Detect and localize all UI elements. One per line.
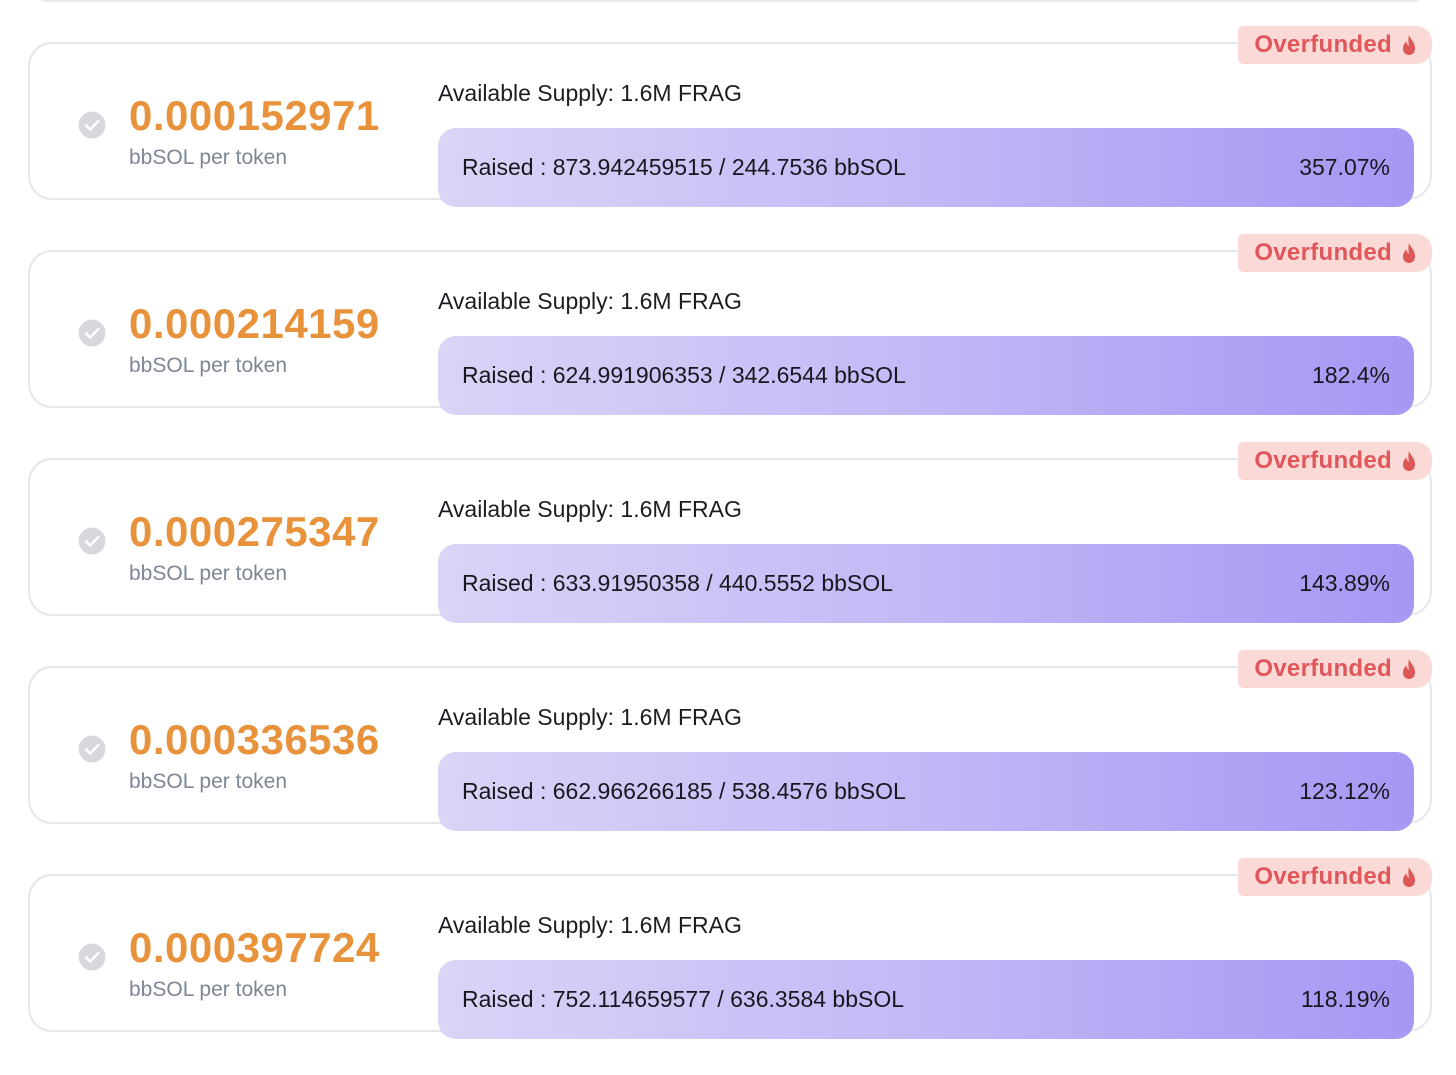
previous-tier-card-edge <box>28 0 1432 2</box>
available-supply: Available Supply: 1.6M FRAG <box>438 496 742 522</box>
token-price: 0.000397724 <box>129 924 380 971</box>
raised-percent: 118.19% <box>1300 986 1390 1012</box>
raise-progress-bar: Raised : 752.114659577 / 636.3584 bbSOL … <box>438 960 1414 1039</box>
badge-label: Overfunded <box>1254 31 1392 58</box>
token-price: 0.000336536 <box>129 716 380 763</box>
badge-label: Overfunded <box>1254 447 1392 474</box>
raise-progress-bar: Raised : 662.966266185 / 538.4576 bbSOL … <box>438 752 1414 831</box>
badge-label: Overfunded <box>1254 239 1392 266</box>
flame-icon <box>1403 659 1415 679</box>
overfunded-badge: Overfunded <box>1238 442 1432 480</box>
badge-label: Overfunded <box>1254 863 1392 890</box>
price-unit-label: bbSOL per token <box>129 978 287 1001</box>
raise-progress-bar: Raised : 624.991906353 / 342.6544 bbSOL … <box>438 336 1414 415</box>
token-price: 0.000275347 <box>129 508 380 555</box>
flame-icon <box>1403 451 1415 471</box>
tier-card: Overfunded 0.000152971 bbSOL per token A… <box>28 26 1432 207</box>
flame-icon <box>1403 243 1415 263</box>
price-unit-label: bbSOL per token <box>129 770 287 793</box>
check-circle-icon <box>78 943 106 971</box>
check-circle-icon <box>78 735 106 763</box>
overfunded-badge: Overfunded <box>1238 858 1432 896</box>
raise-progress-bar: Raised : 873.942459515 / 244.7536 bbSOL … <box>438 128 1414 207</box>
available-supply: Available Supply: 1.6M FRAG <box>438 288 742 314</box>
overfunded-badge: Overfunded <box>1238 26 1432 64</box>
raised-amount: Raised : 662.966266185 / 538.4576 bbSOL <box>462 778 906 804</box>
raised-percent: 143.89% <box>1299 570 1390 596</box>
overfunded-badge: Overfunded <box>1238 650 1432 688</box>
available-supply: Available Supply: 1.6M FRAG <box>438 80 742 106</box>
available-supply: Available Supply: 1.6M FRAG <box>438 704 742 730</box>
tier-card: Overfunded 0.000336536 bbSOL per token A… <box>28 650 1432 831</box>
flame-icon <box>1403 867 1415 887</box>
raised-percent: 357.07% <box>1299 154 1390 180</box>
tier-card: Overfunded 0.000214159 bbSOL per token A… <box>28 234 1432 415</box>
raised-amount: Raised : 752.114659577 / 636.3584 bbSOL <box>462 986 905 1012</box>
available-supply: Available Supply: 1.6M FRAG <box>438 912 742 938</box>
raised-amount: Raised : 624.991906353 / 342.6544 bbSOL <box>462 362 906 388</box>
raise-progress-bar: Raised : 633.91950358 / 440.5552 bbSOL 1… <box>438 544 1414 623</box>
flame-icon <box>1403 35 1415 55</box>
overfunded-badge: Overfunded <box>1238 234 1432 272</box>
token-price: 0.000152971 <box>129 92 380 139</box>
check-circle-icon <box>78 111 106 139</box>
token-price: 0.000214159 <box>129 300 380 347</box>
raised-amount: Raised : 873.942459515 / 244.7536 bbSOL <box>462 154 906 180</box>
check-circle-icon <box>78 319 106 347</box>
badge-label: Overfunded <box>1254 655 1392 682</box>
tier-card: Overfunded 0.000397724 bbSOL per token A… <box>28 858 1432 1039</box>
price-unit-label: bbSOL per token <box>129 146 287 169</box>
price-unit-label: bbSOL per token <box>129 354 287 377</box>
raised-percent: 123.12% <box>1299 778 1390 804</box>
raised-amount: Raised : 633.91950358 / 440.5552 bbSOL <box>462 570 893 596</box>
check-circle-icon <box>78 527 106 555</box>
raised-percent: 182.4% <box>1311 362 1390 388</box>
tier-card: Overfunded 0.000275347 bbSOL per token A… <box>28 442 1432 623</box>
price-unit-label: bbSOL per token <box>129 562 287 585</box>
